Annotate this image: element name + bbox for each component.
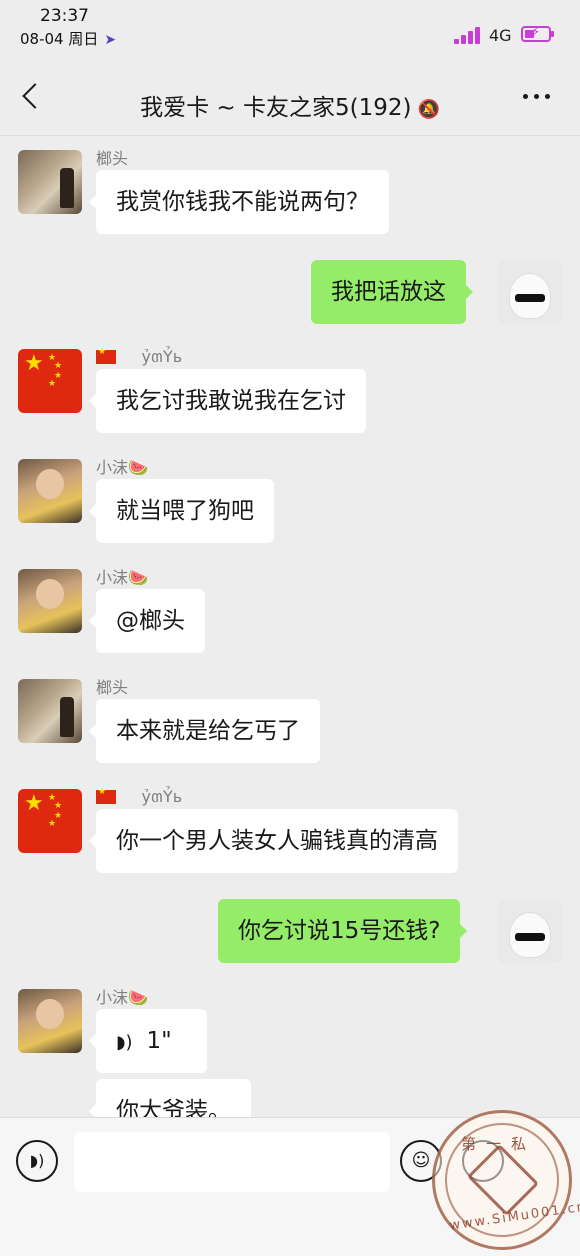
chat-messages[interactable]: 榔头 我赏你钱我不能说两句？ 我把话放这 ★ ★ ★ ★ ★ ỷຓỶь 我乞讨我… bbox=[0, 137, 580, 1117]
avatar[interactable]: ★ ★ ★ ★ ★ bbox=[18, 349, 82, 413]
status-date-text: 08-04 周日 bbox=[20, 30, 99, 48]
voice-duration: 1" bbox=[146, 1028, 172, 1054]
china-flag-icon bbox=[96, 347, 116, 364]
sender-name: 榔头 bbox=[96, 149, 129, 168]
message-bubble[interactable]: 我赏你钱我不能说两句？ bbox=[89, 170, 389, 234]
message-bubble[interactable]: 本来就是给乞丐了 bbox=[89, 699, 320, 763]
network-type: 4G bbox=[489, 26, 512, 45]
status-time: 23:37 bbox=[40, 6, 89, 26]
avatar[interactable]: ★ ★ ★ ★ ★ bbox=[18, 789, 82, 853]
more-options-button[interactable] bbox=[520, 86, 554, 106]
message-bubble[interactable]: 我乞讨我敢说我在乞讨 bbox=[89, 369, 366, 433]
sender-name: ỷຓỶь bbox=[96, 784, 182, 810]
my-avatar[interactable] bbox=[498, 260, 562, 324]
sender-name: 小沫🍉 bbox=[96, 568, 148, 587]
voice-wave-icon: ◗) bbox=[116, 1032, 133, 1053]
sender-name: 小沫🍉 bbox=[96, 988, 148, 1007]
message-bubble-outgoing[interactable]: 你乞讨说15号还钱? bbox=[218, 899, 468, 963]
sender-name: 小沫🍉 bbox=[96, 458, 148, 477]
avatar[interactable] bbox=[18, 989, 82, 1053]
avatar[interactable] bbox=[18, 569, 82, 633]
voice-message-bubble[interactable]: ◗) 1" bbox=[89, 1009, 207, 1073]
signal-icon bbox=[454, 26, 484, 44]
chat-header: 我爱卡 ~ 卡友之家5(192) 🔕 bbox=[0, 56, 580, 136]
message-bubble[interactable]: 就当喂了狗吧 bbox=[89, 479, 274, 543]
battery-icon: ⚡ bbox=[521, 25, 554, 42]
avatar[interactable] bbox=[18, 150, 82, 214]
location-icon: ➤ bbox=[104, 32, 117, 48]
message-bubble[interactable]: @榔头 bbox=[89, 589, 205, 653]
avatar[interactable] bbox=[18, 679, 82, 743]
sender-name: 榔头 bbox=[96, 678, 129, 697]
china-flag-icon bbox=[96, 787, 116, 804]
sender-name: ỷຓỶь bbox=[96, 344, 182, 370]
message-bubble[interactable]: 你一个男人装女人骗钱真的清高 bbox=[89, 809, 458, 873]
sender-name-text: ỷຓỶь bbox=[141, 347, 183, 366]
my-avatar[interactable] bbox=[498, 899, 562, 963]
status-bar: 23:37 08-04 周日 ➤ 4G ⚡ bbox=[0, 0, 580, 56]
chat-title-text: 我爱卡 ~ 卡友之家5(192) bbox=[140, 95, 412, 121]
chat-title: 我爱卡 ~ 卡友之家5(192) 🔕 bbox=[0, 88, 580, 122]
avatar[interactable] bbox=[18, 459, 82, 523]
status-date: 08-04 周日 ➤ bbox=[20, 28, 116, 49]
voice-input-button[interactable]: ◗) bbox=[16, 1140, 58, 1182]
sender-name-text: ỷຓỶь bbox=[141, 787, 183, 806]
message-bubble[interactable]: 你大爷装。 bbox=[89, 1079, 251, 1117]
watermark-seal: 第一私 www.SiMu001.cn bbox=[432, 1110, 580, 1250]
mute-bell-icon: 🔕 bbox=[417, 99, 440, 120]
message-input[interactable] bbox=[74, 1132, 390, 1192]
message-bubble-outgoing[interactable]: 我把话放这 bbox=[311, 260, 473, 324]
